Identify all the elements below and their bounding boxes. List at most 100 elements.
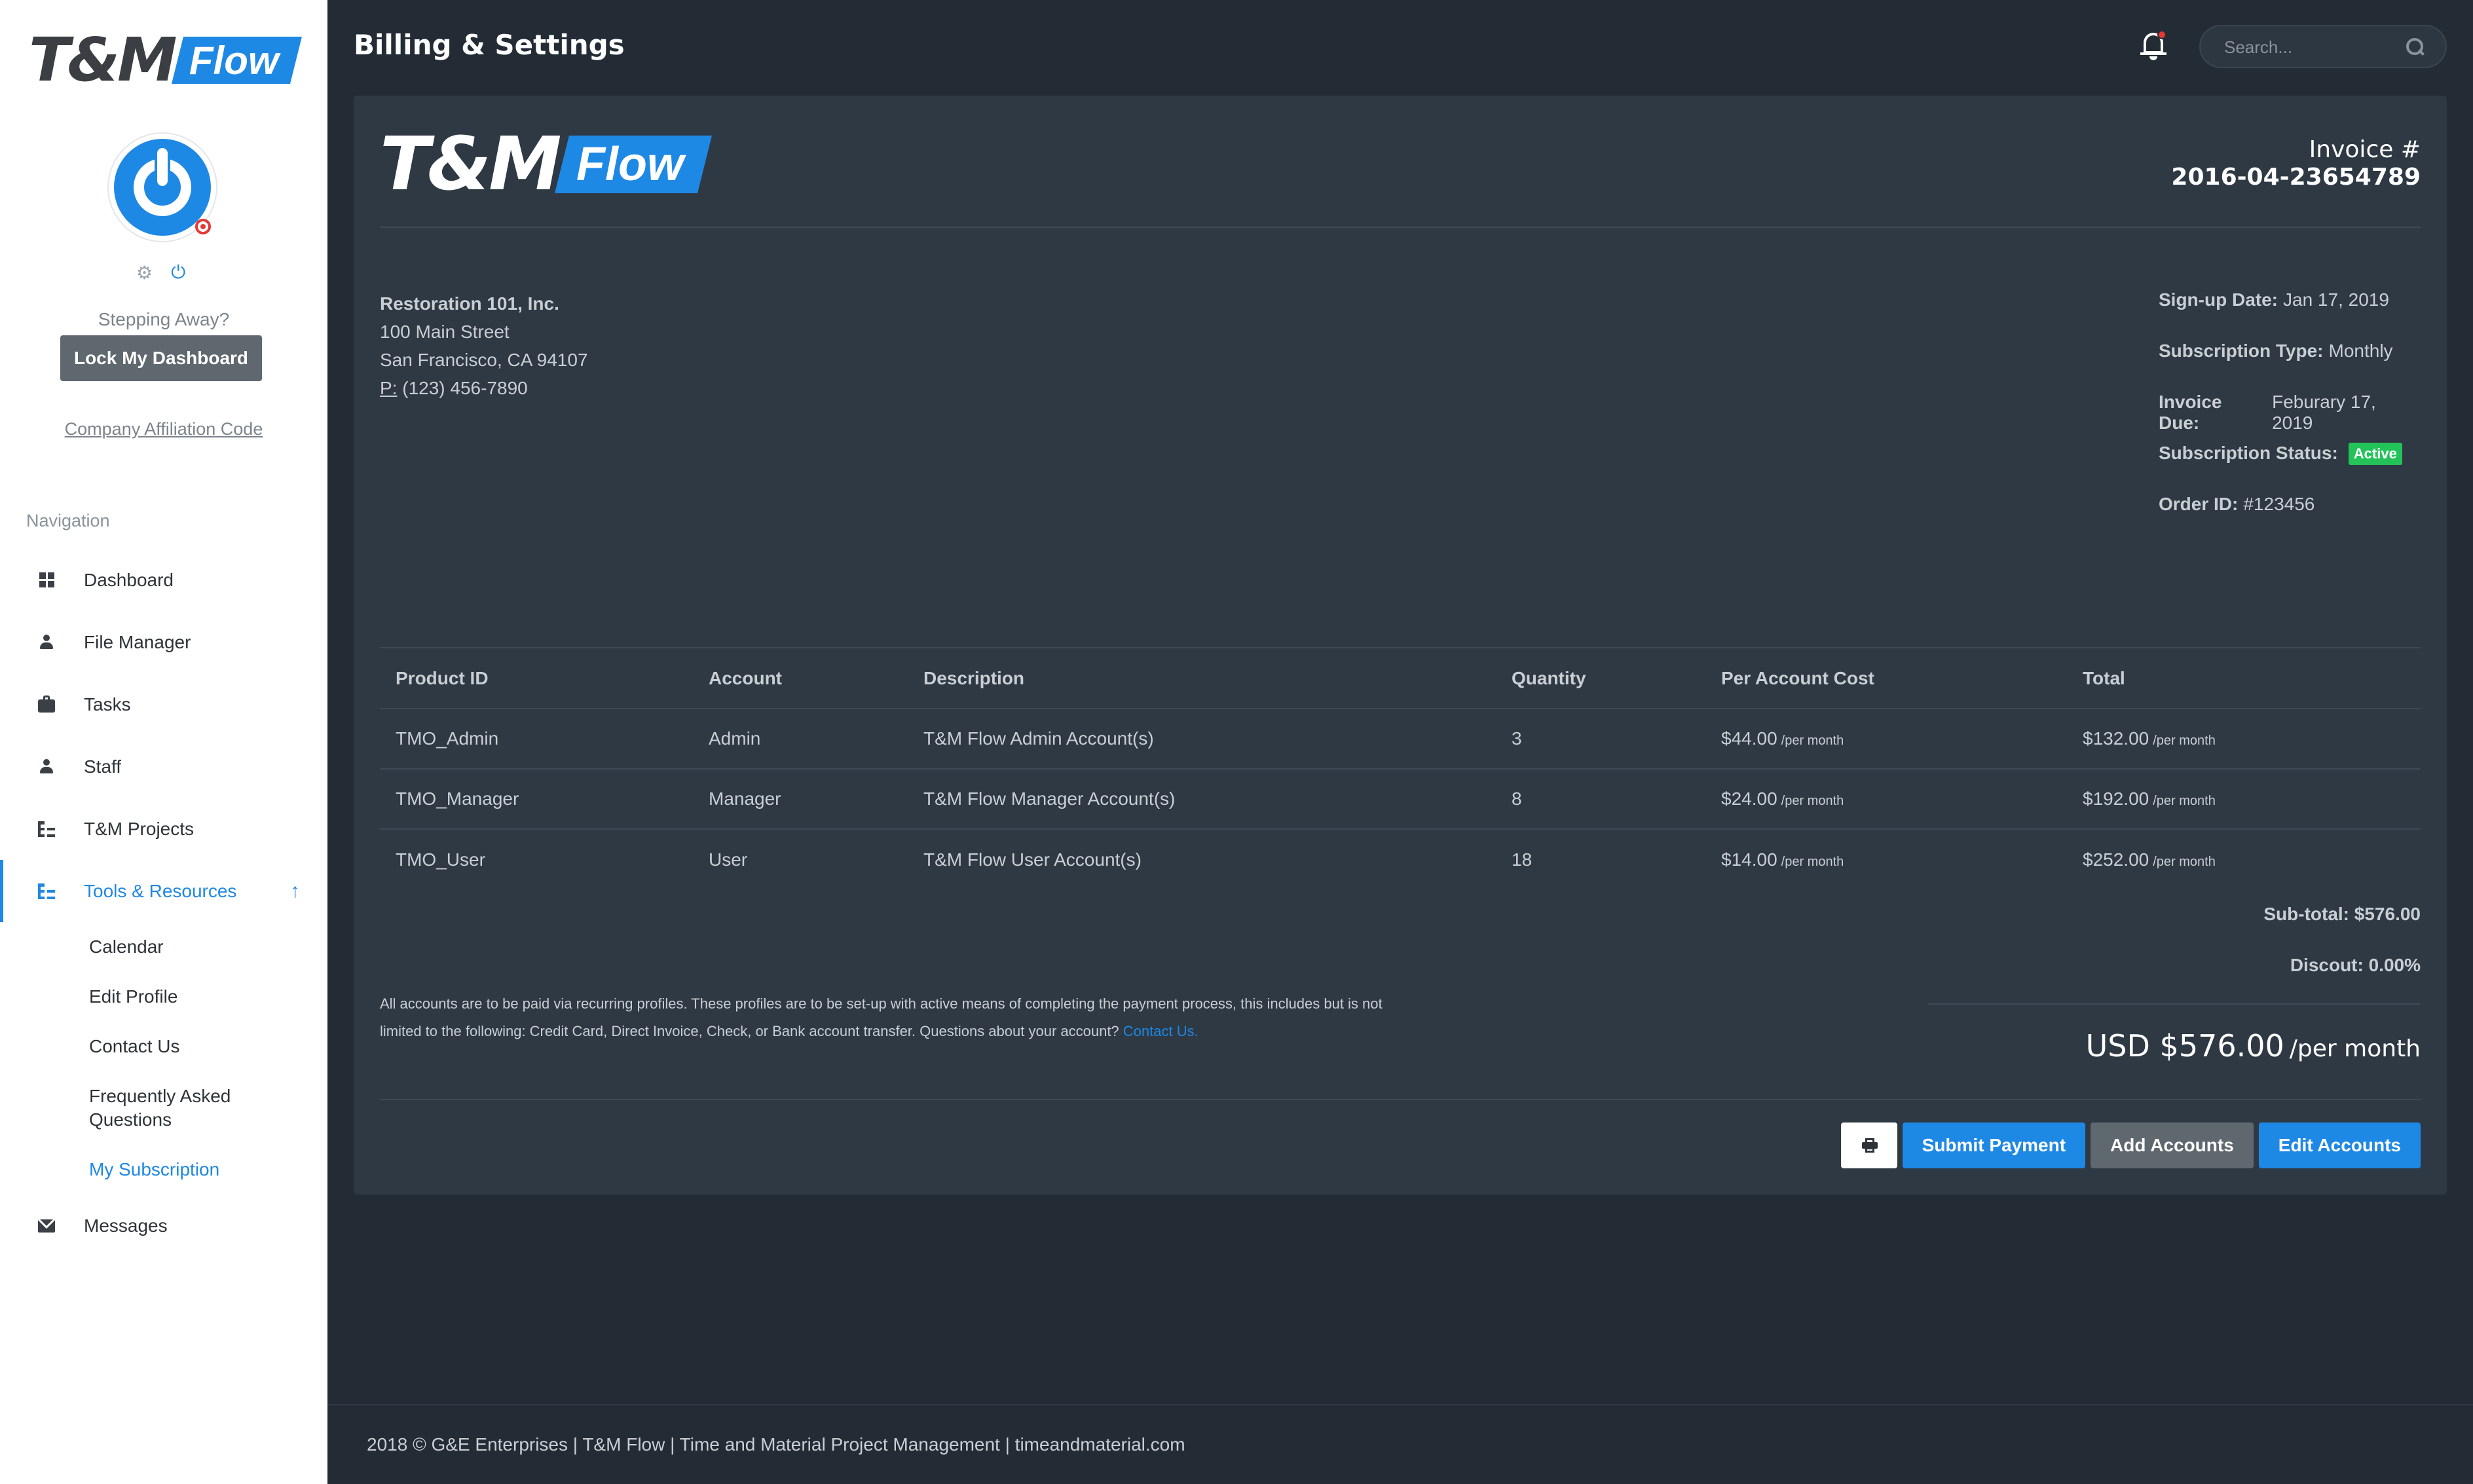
table-header-row: Product ID Account Description Quantity … [380, 648, 2421, 709]
total-cell: $252.00/per month [2067, 829, 2421, 889]
sidebar: T&M Flow ⚙ ⏻ Stepping Away? Lock My Dash… [0, 0, 327, 1484]
table-row: TMO_User User T&M Flow User Account(s) 1… [380, 829, 2421, 889]
column-header: Total [2067, 648, 2421, 709]
divider [380, 1099, 2421, 1100]
sidebar-item-messages[interactable]: Messages [0, 1195, 327, 1257]
footer: 2018 © G&E Enterprises | T&M Flow | Time… [327, 1404, 2473, 1484]
search-icon[interactable] [2406, 38, 2426, 58]
invoice-number: 2016-04-23654789 [2171, 164, 2421, 191]
logo-flow-text: Flow [576, 138, 684, 191]
cost-value: $24.00 [1721, 788, 1777, 809]
stepping-away-label: Stepping Away? [98, 309, 230, 329]
lock-dashboard-button[interactable]: Lock My Dashboard [60, 335, 262, 381]
notification-badge [2157, 30, 2166, 39]
sidebar-item-tasks[interactable]: Tasks [0, 673, 327, 735]
quantity-cell: 3 [1496, 709, 1705, 770]
sidebar-item-file-manager[interactable]: File Manager [0, 611, 327, 673]
invoice-due-row: Invoice Due: Feburary 17, 2019 [2159, 392, 2421, 443]
logo-tm-text: T&M [380, 122, 562, 207]
total-cell: $132.00/per month [2067, 709, 2421, 770]
status-badge: Active [2348, 443, 2402, 465]
add-accounts-button[interactable]: Add Accounts [2091, 1122, 2254, 1168]
invoice-items-table: Product ID Account Description Quantity … [380, 648, 2421, 889]
phone-number: (123) 456-7890 [402, 378, 528, 398]
contact-us-link[interactable]: Contact Us. [1123, 1023, 1199, 1039]
sidebar-item-label: Tasks [84, 694, 131, 714]
search-input[interactable] [2224, 35, 2408, 59]
meta-value: #123456 [2243, 494, 2315, 514]
submit-payment-button[interactable]: Submit Payment [1902, 1122, 2086, 1168]
per-month-label: /per month [2153, 854, 2216, 869]
per-month-label: /per month [2153, 733, 2216, 748]
sidebar-item-tools-resources[interactable]: Tools & Resources ↑ [0, 860, 327, 922]
phone-label: P: [380, 378, 398, 398]
subscription-type-row: Subscription Type: Monthly [2159, 341, 2421, 392]
column-header: Quantity [1496, 648, 1705, 709]
nav-title: Navigation [26, 511, 110, 530]
column-header: Account [693, 648, 908, 709]
tree-icon [37, 819, 56, 839]
sidebar-subitem-contact-us[interactable]: Contact Us [0, 1022, 327, 1071]
sidebar-subitem-edit-profile[interactable]: Edit Profile [0, 972, 327, 1022]
quantity-cell: 8 [1496, 769, 1705, 830]
logo-flow-badge: Flow [171, 36, 302, 84]
cost-value: $44.00 [1721, 728, 1777, 749]
sidebar-item-label: Dashboard [84, 569, 174, 590]
print-button[interactable] [1840, 1122, 1897, 1168]
page-title: Billing & Settings [354, 29, 625, 61]
sidebar-item-label: T&M Projects [84, 818, 195, 839]
sidebar-item-label: Messages [84, 1215, 168, 1236]
grand-total: USD $576.00/per month [2086, 1028, 2421, 1064]
invoice-meta: Sign-up Date: Jan 17, 2019 Subscription T… [2159, 289, 2421, 545]
subtotal: Sub-total: $576.00 [2263, 904, 2421, 924]
meta-key: Subscription Type: [2159, 341, 2324, 361]
app-logo[interactable]: T&M Flow [29, 25, 302, 95]
meta-value: Monthly [2328, 341, 2393, 361]
column-header: Per Account Cost [1705, 648, 2067, 709]
sidebar-subitem-calendar[interactable]: Calendar [0, 922, 327, 972]
user-icon [37, 757, 56, 777]
product-id-cell: TMO_Admin [380, 709, 693, 770]
sidebar-item-staff[interactable]: Staff [0, 735, 327, 798]
edit-accounts-button[interactable]: Edit Accounts [2258, 1122, 2421, 1168]
description-cell: T&M Flow User Account(s) [923, 849, 1142, 870]
user-icon [37, 633, 56, 652]
meta-value: Jan 17, 2019 [2283, 289, 2389, 310]
cost-cell: $24.00/per month [1705, 769, 2067, 830]
payment-note: All accounts are to be paid via recurrin… [380, 990, 1402, 1045]
grand-total-per: /per month [2289, 1035, 2421, 1062]
total-value: $192.00 [2083, 788, 2149, 809]
signup-date-row: Sign-up Date: Jan 17, 2019 [2159, 289, 2421, 341]
table-row: TMO_Manager Manager T&M Flow Manager Acc… [380, 769, 2421, 830]
total-value: $132.00 [2083, 728, 2149, 749]
avatar[interactable] [109, 134, 216, 241]
column-header: Product ID [380, 648, 693, 709]
phone-line: P: (123) 456-7890 [380, 374, 588, 402]
briefcase-icon [37, 695, 56, 714]
invoice-logo: T&M Flow [380, 122, 712, 207]
per-month-label: /per month [2153, 794, 2216, 808]
sidebar-item-dashboard[interactable]: Dashboard [0, 549, 327, 611]
sidebar-item-tm-projects[interactable]: T&M Projects [0, 798, 327, 860]
account-cell: Manager [693, 769, 908, 830]
dashboard-icon [37, 570, 56, 590]
meta-key: Sign-up Date: [2159, 289, 2278, 310]
meta-key: Invoice Due: [2159, 392, 2222, 433]
sidebar-nav: Dashboard File Manager Tasks Staff T&M P… [0, 549, 327, 1257]
gear-icon[interactable]: ⚙ [136, 262, 153, 284]
subscription-status-row: Subscription Status: Active [2159, 443, 2421, 494]
chevron-up-icon[interactable]: ↑ [290, 880, 300, 902]
column-header: Description [908, 648, 1496, 709]
meta-key: Order ID: [2159, 494, 2239, 514]
order-id-row: Order ID: #123456 [2159, 494, 2421, 545]
table-row: TMO_Admin Admin T&M Flow Admin Account(s… [380, 709, 2421, 770]
sidebar-item-label: Tools & Resources [84, 880, 237, 901]
power-icon[interactable]: ⏻ [171, 262, 185, 284]
per-month-label: /per month [1781, 794, 1844, 808]
sidebar-subitem-my-subscription[interactable]: My Subscription [0, 1145, 327, 1195]
payment-note-text: All accounts are to be paid via recurrin… [380, 995, 1383, 1039]
sidebar-subitem-faq[interactable]: Frequently Asked Questions [0, 1071, 327, 1145]
logo-flow-badge: Flow [554, 136, 712, 193]
company-affiliation-link[interactable]: Company Affiliation Code [0, 419, 327, 439]
bell-icon[interactable] [2140, 30, 2166, 62]
